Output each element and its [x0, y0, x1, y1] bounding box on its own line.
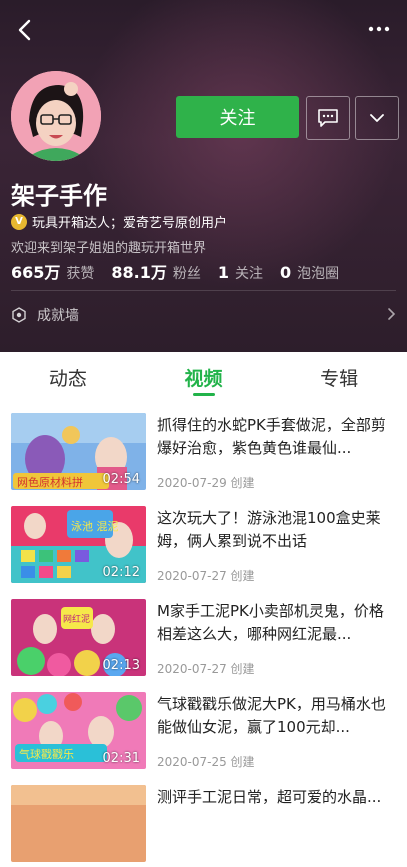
stat-fans-label: 粉丝	[172, 266, 201, 282]
tab-dynamics-label: 动态	[48, 367, 87, 390]
stat-following-label: 关注	[235, 266, 264, 282]
active-tab-indicator	[192, 393, 215, 396]
tab-videos[interactable]: 视频	[136, 352, 272, 402]
video-duration: 02:31	[102, 751, 140, 766]
tab-bar: 动态 视频 专辑	[0, 352, 407, 402]
profile-name: 架子手作	[11, 182, 107, 210]
video-item[interactable]: 气球戳戳乐 02:31 气球戳戳乐做泥大PK，用马桶水也能做仙女泥，赢了100元…	[0, 681, 407, 774]
video-duration: 02:13	[102, 658, 140, 673]
header-divider	[11, 290, 396, 291]
video-item[interactable]: 网色原材料拼 02:54 抓得住的水蛇PK手套做泥，全部剪爆好治愈，紫色黄色谁最…	[0, 402, 407, 495]
tab-albums-label: 专辑	[320, 367, 359, 390]
verification-text: 玩具开箱达人；爱奇艺号原创用户	[32, 216, 228, 231]
stat-likes-label: 获赞	[66, 266, 95, 282]
tab-albums[interactable]: 专辑	[271, 352, 407, 402]
chevron-right-icon	[388, 308, 396, 320]
thumbnail-caption: 气球戳戳乐	[19, 747, 74, 761]
hexagon-icon	[12, 307, 26, 323]
profile-bio: 欢迎来到架子姐姐的趣玩开箱世界	[11, 241, 207, 256]
video-item[interactable]: 网红泥 02:13 M家手工泥PK小卖部机灵鬼，价格相差这么大，哪种网红泥最..…	[0, 588, 407, 681]
video-title[interactable]: M家手工泥PK小卖部机灵鬼，价格相差这么大，哪种网红泥最...	[157, 600, 393, 646]
video-duration: 02:12	[102, 565, 140, 580]
thumbnail-caption: 网红泥	[63, 613, 90, 625]
stat-fans-value: 88.1万	[111, 263, 167, 282]
stat-bubble-value: 0	[280, 263, 292, 282]
video-duration: 02:54	[102, 472, 140, 487]
stat-fans[interactable]: 88.1万 粉丝	[111, 259, 200, 283]
video-list: 网色原材料拼 02:54 抓得住的水蛇PK手套做泥，全部剪爆好治愈，紫色黄色谁最…	[0, 402, 407, 867]
video-title[interactable]: 抓得住的水蛇PK手套做泥，全部剪爆好治愈，紫色黄色谁最仙...	[157, 414, 393, 460]
avatar-image	[11, 71, 101, 161]
stat-bubble-label: 泡泡圈	[297, 266, 340, 282]
video-thumbnail[interactable]: 气球戳戳乐 02:31	[11, 692, 146, 769]
video-title[interactable]: 这次玩大了！游泳池混100盒史莱姆，俩人累到说不出话	[157, 507, 393, 553]
achievement-wall-row[interactable]: 成就墙	[11, 300, 397, 330]
video-title[interactable]: 气球戳戳乐做泥大PK，用马桶水也能做仙女泥，赢了100元却...	[157, 693, 393, 739]
video-item[interactable]: 泳池 混泥 02:12 这次玩大了！游泳池混100盒史莱姆，俩人累到说不出话 2…	[0, 495, 407, 588]
thumbnail-caption: 网色原材料拼	[17, 475, 83, 489]
video-thumbnail[interactable]: 网红泥 02:13	[11, 599, 146, 676]
message-button[interactable]	[306, 96, 350, 140]
verification-row: V 玩具开箱达人；爱奇艺号原创用户	[11, 212, 227, 231]
tab-videos-label: 视频	[184, 367, 223, 390]
video-date: 2020-07-27 创建	[157, 569, 255, 583]
stat-bubble-circle[interactable]: 0 泡泡圈	[280, 263, 339, 283]
video-date: 2020-07-29 创建	[157, 476, 255, 490]
chevron-down-icon	[370, 114, 384, 122]
profile-header: 关注 架子手作 V 玩具开箱达人；爱奇艺号原创用户 欢迎来到架子姐姐的趣玩开箱世…	[0, 0, 407, 352]
video-item[interactable]: 测评手工泥日常，超可爱的水晶...	[0, 774, 407, 867]
stat-likes: 665万 获赞	[11, 259, 94, 283]
stats-row: 665万 获赞 88.1万 粉丝 1 关注 0 泡泡圈	[11, 259, 356, 283]
chat-bubble-icon	[318, 109, 338, 127]
video-thumbnail[interactable]: 网色原材料拼 02:54	[11, 413, 146, 490]
video-thumbnail[interactable]: 泳池 混泥 02:12	[11, 506, 146, 583]
follow-button[interactable]: 关注	[176, 96, 299, 138]
stat-following[interactable]: 1 关注	[218, 263, 263, 283]
tab-dynamics[interactable]: 动态	[0, 352, 136, 402]
video-date: 2020-07-25 创建	[157, 755, 255, 769]
back-arrow-icon[interactable]	[14, 18, 38, 42]
thumbnail-caption: 泳池 混泥	[71, 519, 119, 533]
video-thumbnail[interactable]	[11, 785, 146, 862]
stat-likes-value: 665万	[11, 263, 61, 282]
video-date: 2020-07-27 创建	[157, 662, 255, 676]
dropdown-button[interactable]	[355, 96, 399, 140]
stat-following-value: 1	[217, 263, 230, 282]
achievement-wall-label: 成就墙	[37, 308, 79, 324]
video-title[interactable]: 测评手工泥日常，超可爱的水晶...	[157, 786, 393, 809]
more-options-icon[interactable]	[367, 20, 391, 38]
thumbnail-image	[11, 785, 146, 862]
avatar[interactable]	[11, 71, 101, 161]
verified-badge-icon: V	[11, 213, 27, 230]
